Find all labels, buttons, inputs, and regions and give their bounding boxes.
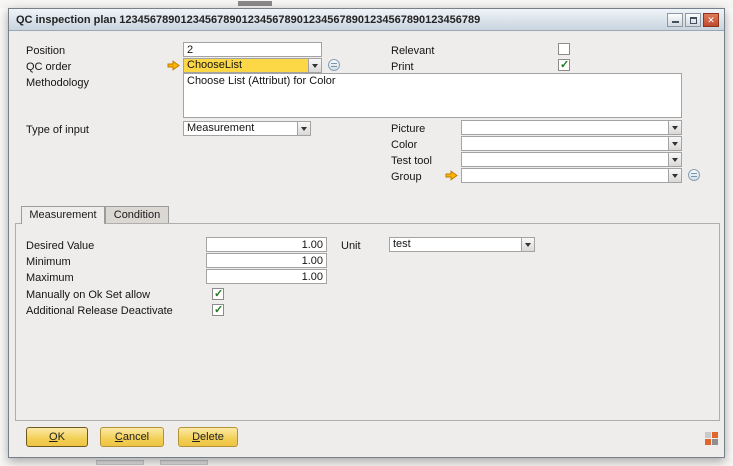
cancel-button-label: Cancel: [101, 429, 163, 446]
ok-button[interactable]: OK: [26, 427, 88, 447]
background-widget-fragment: [96, 460, 144, 465]
methodology-textarea[interactable]: Choose List (Attribut) for Color: [183, 73, 682, 118]
background-window-bottom-strip: [0, 458, 733, 466]
color-combo[interactable]: [461, 136, 682, 151]
color-dropdown-arrow-icon[interactable]: [668, 137, 681, 150]
relevant-checkbox[interactable]: [558, 43, 570, 55]
qc-order-detail-icon[interactable]: [328, 59, 340, 71]
color-value: [462, 137, 668, 150]
color-label: Color: [391, 139, 417, 151]
ok-button-label: OK: [27, 429, 87, 446]
maximize-button[interactable]: [685, 13, 701, 27]
qc-order-label: QC order: [26, 61, 71, 73]
close-button[interactable]: [703, 13, 719, 27]
cancel-button[interactable]: Cancel: [100, 427, 164, 447]
position-label: Position: [26, 45, 65, 57]
test-tool-dropdown-arrow-icon[interactable]: [668, 153, 681, 166]
test-tool-value: [462, 153, 668, 166]
relevant-label: Relevant: [391, 45, 434, 57]
methodology-label: Methodology: [26, 77, 89, 89]
test-tool-label: Test tool: [391, 155, 432, 167]
picture-combo[interactable]: [461, 120, 682, 135]
print-checkbox[interactable]: [558, 59, 570, 71]
tab-condition-label: Condition: [114, 209, 160, 221]
group-combo[interactable]: [461, 168, 682, 183]
qc-order-value: ChooseList: [184, 59, 308, 72]
minimize-icon: [672, 21, 679, 23]
delete-button-label: Delete: [179, 429, 237, 446]
tab-measurement-label: Measurement: [29, 209, 96, 221]
delete-button[interactable]: Delete: [178, 427, 238, 447]
background-text-fragment: [238, 1, 272, 6]
type-of-input-dropdown-arrow-icon[interactable]: [297, 122, 310, 135]
test-tool-combo[interactable]: [461, 152, 682, 167]
window-controls: [667, 13, 719, 27]
position-input[interactable]: [183, 42, 322, 57]
group-detail-icon[interactable]: [688, 169, 700, 181]
qc-order-combo[interactable]: ChooseList: [183, 58, 322, 73]
type-of-input-combo[interactable]: Measurement: [183, 121, 311, 136]
group-label: Group: [391, 171, 422, 183]
dialog-titlebar[interactable]: QC inspection plan 123456789012345678901…: [9, 9, 724, 31]
maximize-icon: [690, 17, 697, 24]
type-of-input-value: Measurement: [184, 122, 297, 135]
qc-inspection-plan-dialog: QC inspection plan 123456789012345678901…: [8, 8, 725, 458]
desktop-background: QC inspection plan 123456789012345678901…: [0, 0, 733, 466]
group-dropdown-arrow-icon[interactable]: [668, 169, 681, 182]
print-label: Print: [391, 61, 414, 73]
qc-order-dropdown-arrow-icon[interactable]: [308, 59, 321, 72]
group-value: [462, 169, 668, 182]
type-of-input-label: Type of input: [26, 124, 89, 136]
picture-dropdown-arrow-icon[interactable]: [668, 121, 681, 134]
qc-order-link-arrow-icon[interactable]: [167, 60, 180, 71]
background-window-top-strip: [0, 0, 733, 8]
tab-condition[interactable]: Condition: [105, 206, 169, 223]
group-link-arrow-icon[interactable]: [445, 170, 458, 181]
background-widget-fragment: [160, 460, 208, 465]
tab-content-panel: [15, 223, 720, 421]
tab-measurement[interactable]: Measurement: [21, 206, 105, 224]
picture-label: Picture: [391, 123, 425, 135]
picture-value: [462, 121, 668, 134]
minimize-button[interactable]: [667, 13, 683, 27]
dialog-title: QC inspection plan 123456789012345678901…: [16, 14, 480, 26]
resize-grip-icon[interactable]: [705, 432, 718, 445]
